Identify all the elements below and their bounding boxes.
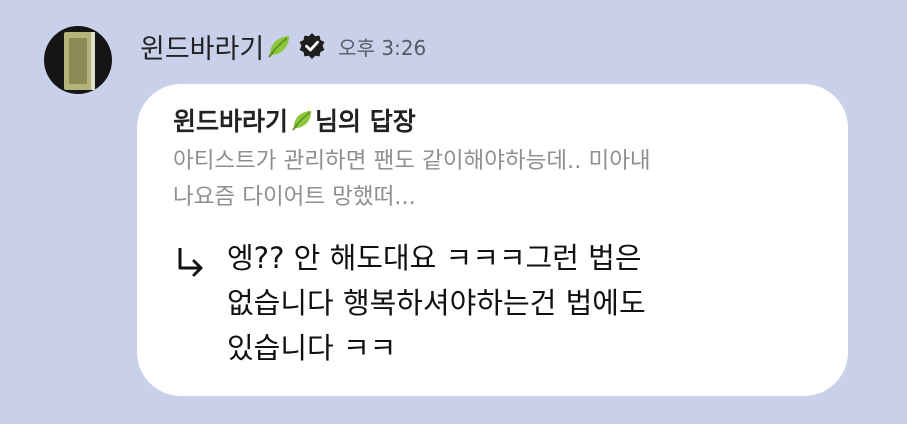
reply-header[interactable]: 윈드바라기 님의 답장 (173, 102, 416, 138)
reply-title-suffix: 님의 답장 (315, 107, 416, 136)
avatar-photo-door-edge (91, 32, 95, 90)
quoted-message-text[interactable]: 아티스트가 관리하면 팬도 같이해야하능데.. 미아내 나요즘 다이어트 망했떠… (173, 143, 823, 215)
avatar[interactable] (44, 26, 112, 94)
reply-arrow-icon (178, 248, 203, 277)
reply-message-text[interactable]: 엥?? 안 해도대요 ㅋㅋㅋ그런 법은 없습니다 행복하셔야하는건 법에도 있습… (227, 236, 827, 371)
message-bubble[interactable]: 윈드바라기 님의 답장 아티스트가 관리하면 팬도 같이해야하능데.. 미아내 … (137, 84, 848, 396)
message-timestamp: 오후 3:26 (338, 35, 427, 60)
avatar-photo-door-panel (69, 38, 87, 84)
leaf-icon (292, 110, 312, 131)
leaf-icon (268, 36, 290, 58)
reply-target-name: 윈드바라기 (173, 107, 289, 136)
verified-badge-icon (299, 33, 325, 59)
message-header: 윈드바라기 오후 3:26 (140, 24, 426, 68)
sender-name[interactable]: 윈드바라기 (140, 27, 264, 66)
